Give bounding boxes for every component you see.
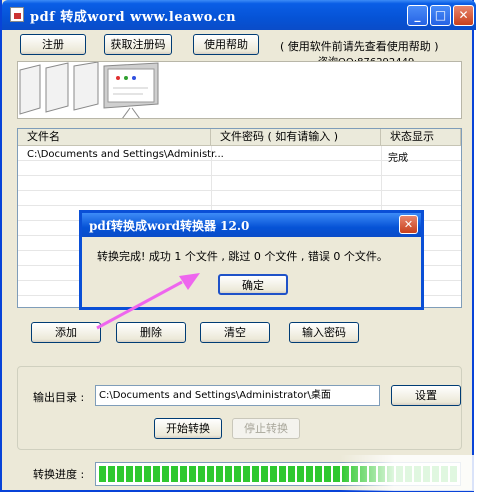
maximize-button[interactable]: □ — [430, 5, 451, 26]
get-code-button[interactable]: 获取注册码 — [104, 34, 172, 55]
start-convert-button[interactable]: 开始转换 — [154, 418, 222, 439]
row-status: 完成 — [388, 153, 408, 164]
dialog-title-bar[interactable]: pdf转换成word转换器 12.0 ✕ — [82, 213, 421, 237]
help-button[interactable]: 使用帮助 — [193, 34, 259, 55]
register-button[interactable]: 注册 — [20, 34, 86, 55]
row-filename: C:\Documents and Settings\Administr... — [27, 149, 224, 160]
dialog-message: 转换完成! 成功 1 个文件 , 跳过 0 个文件 , 错误 0 个文件。 — [97, 250, 388, 263]
column-header-filename[interactable]: 文件名 — [18, 129, 211, 146]
help-hint: ( 使用软件前请先查看使用帮助 ) — [280, 40, 439, 53]
watermark-overlay — [340, 455, 475, 491]
window-title: pdf 转成word www.leawo.cn — [30, 10, 237, 25]
banner-image — [17, 61, 462, 119]
delete-button[interactable]: 删除 — [116, 322, 186, 343]
clear-button[interactable]: 清空 — [200, 322, 270, 343]
dialog-title: pdf转换成word转换器 12.0 — [89, 219, 250, 233]
ok-button[interactable]: 确定 — [218, 274, 288, 295]
progress-label: 转换进度 : — [33, 468, 85, 481]
table-row-empty — [18, 191, 461, 206]
add-button[interactable]: 添加 — [31, 322, 101, 343]
stop-convert-button[interactable]: 停止转换 — [232, 418, 300, 439]
output-dir-field[interactable]: C:\Documents and Settings\Administrator\… — [95, 385, 380, 406]
dialog-close-button[interactable]: ✕ — [399, 215, 418, 234]
input-password-button[interactable]: 输入密码 — [289, 322, 359, 343]
column-header-password[interactable]: 文件密码 ( 如有请输入 ) — [211, 129, 381, 146]
close-button[interactable]: ✕ — [453, 5, 474, 26]
output-dir-label: 输出目录 : — [33, 391, 85, 404]
title-bar[interactable]: pdf 转成word www.leawo.cn _ □ ✕ — [2, 0, 476, 30]
set-dir-button[interactable]: 设置 — [391, 385, 461, 406]
table-row-empty — [18, 176, 461, 191]
conversion-complete-dialog: pdf转换成word转换器 12.0 ✕ 转换完成! 成功 1 个文件 , 跳过… — [79, 210, 424, 310]
column-header-status[interactable]: 状态显示 — [381, 129, 461, 146]
minimize-button[interactable]: _ — [407, 5, 428, 26]
whiteboard-illustration — [19, 62, 159, 118]
app-icon — [10, 7, 24, 22]
